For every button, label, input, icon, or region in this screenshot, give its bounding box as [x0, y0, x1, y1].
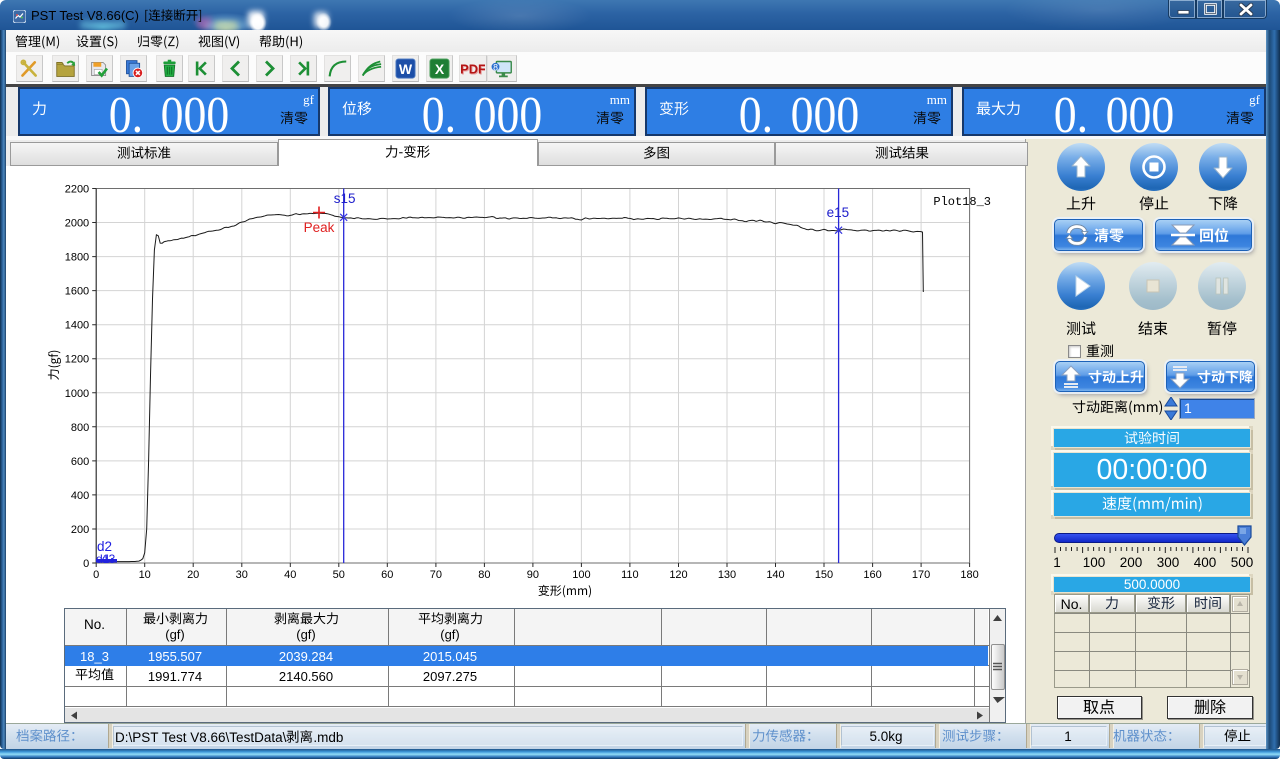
svg-text:s15: s15 — [334, 191, 356, 206]
svg-text:90: 90 — [527, 569, 539, 581]
svg-text:8: 8 — [493, 62, 498, 72]
svg-text:30: 30 — [236, 569, 248, 581]
svg-text:600: 600 — [71, 456, 89, 468]
svg-text:1600: 1600 — [65, 286, 89, 298]
svg-text:200: 200 — [71, 524, 89, 536]
svg-text:1400: 1400 — [65, 320, 89, 332]
svg-text:70: 70 — [430, 569, 442, 581]
svg-text:Plot18_3: Plot18_3 — [933, 195, 991, 209]
svg-text:10: 10 — [139, 569, 151, 581]
svg-text:120: 120 — [669, 569, 687, 581]
svg-text:100: 100 — [572, 569, 590, 581]
svg-text:80: 80 — [478, 569, 490, 581]
svg-text:130: 130 — [718, 569, 736, 581]
svg-text:1000: 1000 — [65, 388, 89, 400]
svg-text:170: 170 — [912, 569, 930, 581]
svg-text:50: 50 — [333, 569, 345, 581]
svg-text:W: W — [399, 61, 413, 77]
svg-text:110: 110 — [621, 569, 639, 581]
svg-text:X: X — [435, 61, 445, 77]
svg-text:2200: 2200 — [65, 184, 89, 196]
svg-text:Peak: Peak — [304, 220, 335, 235]
svg-text:40: 40 — [284, 569, 296, 581]
svg-text:0: 0 — [83, 558, 89, 570]
svg-text:e15: e15 — [827, 205, 850, 220]
svg-text:60: 60 — [381, 569, 393, 581]
svg-text:150: 150 — [815, 569, 833, 581]
svg-text:1200: 1200 — [65, 354, 89, 366]
svg-text:160: 160 — [863, 569, 881, 581]
svg-text:2000: 2000 — [65, 218, 89, 230]
svg-text:20: 20 — [187, 569, 199, 581]
svg-text:PDF: PDF — [461, 62, 485, 77]
svg-text:180: 180 — [960, 569, 978, 581]
svg-text:0: 0 — [93, 569, 99, 581]
svg-text:400: 400 — [71, 490, 89, 502]
svg-text:140: 140 — [766, 569, 784, 581]
svg-text:800: 800 — [71, 422, 89, 434]
svg-text:1800: 1800 — [65, 252, 89, 264]
